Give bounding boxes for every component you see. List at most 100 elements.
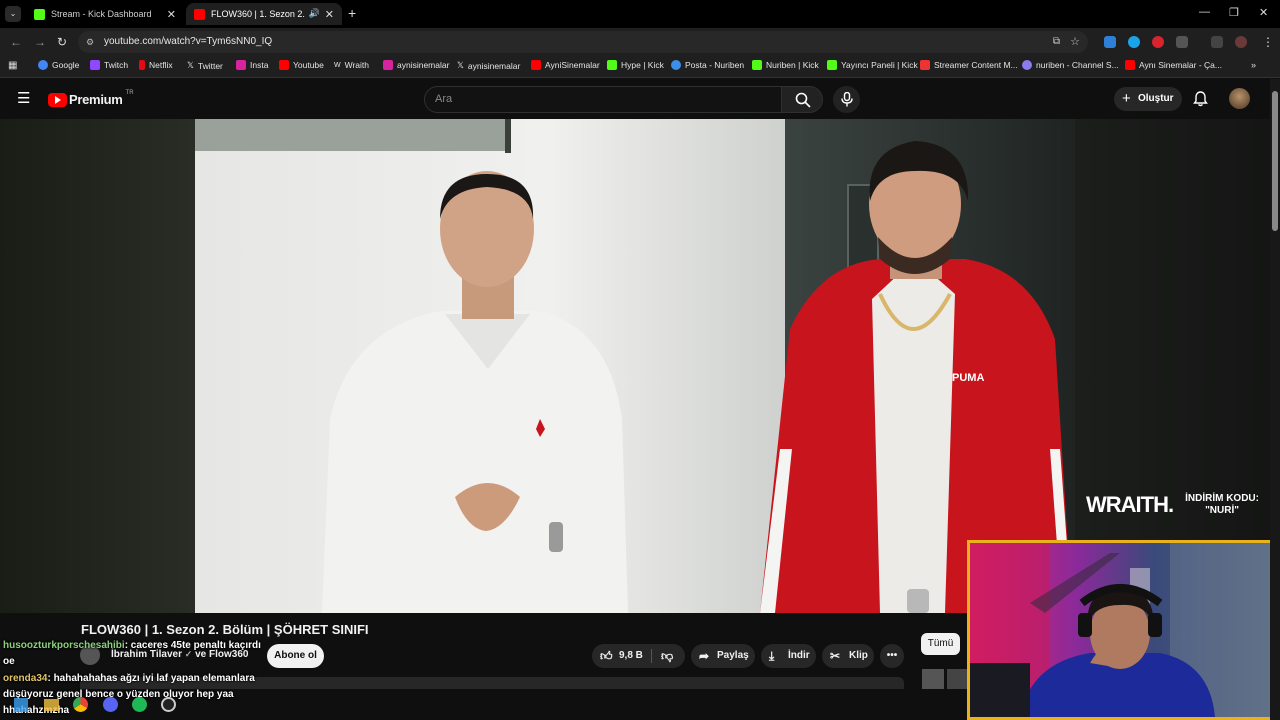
extension-blue-icon[interactable]: [1128, 36, 1140, 48]
bookmark-aynisinemalar-yt[interactable]: AyniSinemalar: [531, 60, 600, 70]
url-field[interactable]: ⚙ youtube.com/watch?v=Tym6sNN0_IQ ⧉ ☆: [78, 31, 1088, 53]
close-icon[interactable]: ✕: [167, 8, 176, 21]
bookmark-twitch[interactable]: Twitch: [90, 60, 128, 70]
minimize-icon[interactable]: —: [1199, 6, 1210, 18]
subscribe-button[interactable]: Abone ol: [267, 644, 324, 668]
create-button[interactable]: + Oluştur: [1114, 87, 1182, 111]
sponsor-code-value: "NURİ": [1205, 505, 1239, 516]
media-control-icon[interactable]: [1211, 36, 1223, 48]
related-thumbnail[interactable]: [922, 669, 944, 689]
bookmark-label: Yayıncı Paneli | Kick: [841, 60, 918, 70]
related-thumbnail[interactable]: [947, 669, 967, 689]
filter-chip-all[interactable]: Tümü: [921, 633, 960, 655]
search-button[interactable]: [781, 86, 823, 113]
youtube-logo[interactable]: Premium TR: [48, 90, 134, 107]
bookmark-hype-kick[interactable]: Hype | Kick: [607, 60, 664, 70]
bookmark-star-icon[interactable]: ☆: [1070, 31, 1080, 53]
extension-shield-icon[interactable]: [1104, 36, 1116, 48]
like-button[interactable]: 👍︎ 9,8 B: [592, 644, 648, 668]
profile-icon[interactable]: [1235, 36, 1247, 48]
apps-grid-icon[interactable]: ▦: [8, 60, 17, 71]
bookmark-posta[interactable]: Posta - Nuriben: [671, 60, 744, 70]
close-icon[interactable]: ✕: [325, 8, 334, 21]
chat-message: husoozturkporschesahibi: caceres 45te pe…: [3, 640, 261, 651]
bookmark-twitter[interactable]: 𝕏 Twitter: [187, 60, 223, 71]
bookmark-label: Posta - Nuriben: [685, 60, 745, 70]
bookmark-wraith[interactable]: W Wraith: [334, 60, 369, 70]
bookmark-label: Google: [52, 60, 80, 70]
logo-text: Premium: [69, 92, 123, 107]
bookmark-netflix[interactable]: Netflix: [139, 60, 173, 70]
tab-kick-dashboard[interactable]: Stream - Kick Dashboard ✕: [26, 3, 184, 25]
filter-chip-label: Tümü: [927, 638, 954, 649]
search-input[interactable]: Ara: [424, 86, 782, 113]
taskbar: [0, 693, 330, 720]
dislike-button[interactable]: 👎︎: [653, 644, 685, 668]
reload-icon[interactable]: ↻: [57, 35, 67, 49]
bookmark-ayni-sinemalar[interactable]: Aynı Sinemalar - Ça...: [1125, 60, 1222, 70]
bookmark-aynisinemalar-x[interactable]: 𝕏aynisinemalar: [457, 60, 520, 71]
menu-dots-icon[interactable]: ⋮: [1262, 35, 1274, 49]
install-icon[interactable]: ⧉: [1053, 31, 1060, 53]
voice-search-button[interactable]: [833, 86, 860, 113]
share-label: Paylaş: [717, 650, 749, 661]
scissors-icon: ✂: [830, 649, 841, 663]
restore-icon[interactable]: ❐: [1229, 6, 1239, 19]
spotify-icon[interactable]: [132, 697, 147, 712]
bookmark-label: Insta: [250, 60, 269, 70]
extensions-puzzle-icon[interactable]: [1176, 36, 1188, 48]
channel-icon: [1022, 60, 1032, 70]
bookmark-streamer-content[interactable]: Streamer Content M...: [920, 60, 1018, 70]
bookmark-aynisinemalar-insta[interactable]: aynisinemalar: [383, 60, 449, 70]
file-explorer-icon[interactable]: [44, 699, 59, 711]
divider: [651, 649, 652, 663]
account-avatar[interactable]: [1229, 88, 1250, 109]
more-actions-button[interactable]: •••: [880, 644, 904, 668]
video-player[interactable]: PUMA WRAITH. İNDİRİM KODU: "NURİ": [0, 119, 1270, 613]
back-icon[interactable]: ←: [10, 35, 22, 49]
forward-icon[interactable]: →: [34, 35, 46, 49]
bookmark-label: Aynı Sinemalar - Ça...: [1139, 60, 1222, 70]
download-button[interactable]: ⤓ İndir: [761, 644, 816, 668]
bookmark-nuriben-channel[interactable]: nuriben - Channel S...: [1022, 60, 1119, 70]
microphone-icon: [840, 92, 853, 107]
subscribe-label: Abone ol: [274, 650, 317, 661]
hamburger-menu-icon[interactable]: ☰: [17, 89, 30, 107]
tab-search-button[interactable]: ⌄: [5, 6, 21, 22]
close-window-icon[interactable]: ✕: [1259, 6, 1268, 19]
share-button[interactable]: ➦ Paylaş: [691, 644, 755, 668]
bookmark-yayinci-paneli[interactable]: Yayıncı Paneli | Kick: [827, 60, 918, 70]
more-bookmarks-icon[interactable]: »: [1251, 60, 1256, 70]
webcam-feed: [970, 543, 1277, 717]
clip-button[interactable]: ✂ Klip: [822, 644, 874, 668]
bookmark-google[interactable]: Google: [38, 60, 79, 70]
plus-icon: +: [1122, 90, 1131, 107]
streamer-icon: [920, 60, 930, 70]
new-tab-button[interactable]: +: [348, 5, 356, 21]
search-icon: [795, 92, 811, 108]
chat-username: orenda34: [3, 673, 48, 684]
discord-icon[interactable]: [103, 697, 118, 712]
like-count: 9,8 B: [619, 650, 643, 661]
tab-youtube-video[interactable]: FLOW360 | 1. Sezon 2. Bölü 🔊 ✕: [186, 3, 342, 25]
obs-icon[interactable]: [161, 697, 176, 712]
bookmark-label: AyniSinemalar: [545, 60, 600, 70]
video-title: FLOW360 | 1. Sezon 2. Bölüm | ŞÖHRET SIN…: [81, 622, 369, 637]
chat-username: husoozturkporschesahibi: [3, 640, 125, 651]
bookmark-youtube[interactable]: Youtube: [279, 60, 324, 70]
page-scrollbar[interactable]: [1270, 79, 1280, 720]
kick-icon: [34, 8, 45, 20]
chat-text: oe: [3, 656, 15, 667]
sponsor-code: İNDİRİM KODU: "NURİ": [1185, 493, 1259, 517]
site-info-icon[interactable]: ⚙: [86, 31, 94, 53]
bookmark-nuriben-kick[interactable]: Nuriben | Kick: [752, 60, 819, 70]
notifications-bell-icon[interactable]: [1193, 91, 1208, 107]
chrome-icon[interactable]: [73, 697, 88, 712]
bookmark-insta[interactable]: Insta: [236, 60, 268, 70]
windows-start-icon[interactable]: [14, 698, 28, 712]
extension-red-icon[interactable]: [1152, 36, 1164, 48]
scrollbar-thumb[interactable]: [1272, 91, 1278, 231]
speaker-icon: 🔊: [308, 8, 320, 18]
share-icon: ➦: [699, 649, 710, 663]
kick-icon: [827, 60, 837, 70]
